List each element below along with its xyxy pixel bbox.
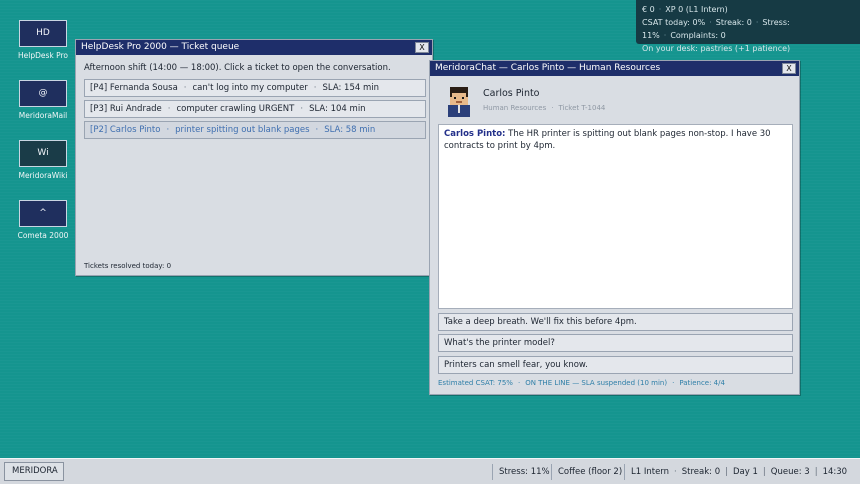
chat-close-button[interactable]: X [782, 63, 796, 74]
call-status: ON THE LINE — SLA suspended (10 min) [525, 379, 668, 387]
desktop-icon-helpdesk[interactable]: HD HelpDesk Pro [14, 20, 72, 60]
ticket-sla: SLA: 58 min [324, 125, 376, 135]
ticket-row[interactable]: [P3] Rui Andrade · computer crawling URGEN… [84, 100, 426, 118]
desktop-icon-label: MeridoraWiki [18, 171, 68, 180]
patience-meter: Patience: 4/4 [679, 379, 725, 387]
desktop-icon-label: MeridoraMail [18, 111, 68, 120]
reply-option[interactable]: Printers can smell fear, you know. [438, 356, 793, 374]
taskbar-stress: Stress: 11% [492, 464, 550, 480]
taskbar-streak: Streak: 0 [681, 467, 721, 477]
desktop-icon-mail[interactable]: @ MeridoraMail [14, 80, 72, 120]
contact-header: Carlos Pinto Human Resources · Ticket T-10… [438, 83, 794, 119]
ticket-priority: [P3] [90, 104, 108, 114]
mail-icon: @ [19, 80, 67, 107]
taskbar-queue: Queue: 3 [770, 467, 810, 477]
queue-intro: Afternoon shift (14:00 — 18:00). Click a… [84, 63, 391, 73]
taskbar-level: L1 Intern [631, 467, 670, 477]
avatar [448, 87, 470, 117]
tickets-resolved: Tickets resolved today: 0 [84, 262, 172, 270]
hud-streak: Streak: 0 [715, 18, 752, 27]
queue-titlebar[interactable]: HelpDesk Pro 2000 — Ticket queue X [76, 40, 432, 55]
taskbar-day: Day 1 [733, 467, 758, 477]
chat-status-line: Estimated CSAT: 75% · ON THE LINE — SLA su… [438, 379, 725, 387]
start-button[interactable]: MERIDORA [4, 462, 64, 481]
ticket-sla: SLA: 104 min [309, 104, 366, 114]
chat-title: MeridoraChat — Carlos Pinto — Human Reso… [435, 63, 661, 73]
hud-complaints: Complaints: 0 [670, 31, 726, 40]
stats-hud: € 0 · XP 0 (L1 Intern) CSAT today: 0% · Stre… [636, 0, 860, 53]
desktop-icon-cometa[interactable]: ^ Cometa 2000 [14, 200, 72, 240]
desktop-icon-label: HelpDesk Pro [17, 51, 69, 60]
ticket-requester: Carlos Pinto [109, 125, 161, 135]
taskbar-status: L1 Intern · Streak: 0 | Day 1 | Queue: 3 | 14:30 [624, 464, 847, 480]
hud-xp: XP 0 (L1 Intern) [665, 5, 728, 14]
ticket-queue-window: HelpDesk Pro 2000 — Ticket queue X After… [75, 39, 433, 276]
message-sender: Carlos Pinto: [444, 129, 506, 139]
taskbar-location: Coffee (floor 2) [551, 464, 622, 480]
chat-window: MeridoraChat — Carlos Pinto — Human Reso… [429, 60, 800, 395]
queue-title: HelpDesk Pro 2000 — Ticket queue [81, 42, 240, 52]
desktop-icon-wiki[interactable]: Wi MeridoraWiki [14, 140, 72, 180]
cometa-icon: ^ [19, 200, 67, 227]
chat-titlebar[interactable]: MeridoraChat — Carlos Pinto — Human Reso… [430, 61, 799, 76]
taskbar-clock: 14:30 [822, 467, 848, 477]
reply-option[interactable]: Take a deep breath. We'll fix this befor… [438, 313, 793, 331]
helpdesk-icon: HD [19, 20, 67, 47]
queue-close-button[interactable]: X [415, 42, 429, 53]
estimated-csat: Estimated CSAT: 75% [438, 379, 513, 387]
hud-money: € 0 [642, 5, 655, 14]
taskbar: MERIDORA Stress: 11% Coffee (floor 2) L1… [0, 458, 860, 484]
contact-meta: Human Resources · Ticket T-1044 [483, 104, 606, 112]
reply-option[interactable]: What's the printer model? [438, 334, 793, 352]
wiki-icon: Wi [19, 140, 67, 167]
hud-row-1: € 0 · XP 0 (L1 Intern) [642, 5, 728, 14]
ticket-requester: Rui Andrade [109, 104, 162, 114]
ticket-priority: [P2] [90, 125, 108, 135]
ticket-issue: printer spitting out blank pages [175, 125, 310, 135]
contact-department: Human Resources [483, 104, 547, 112]
hud-row-2: CSAT today: 0% · Streak: 0 · Stress: 11% · Com… [642, 18, 790, 40]
ticket-requester: Fernanda Sousa [109, 83, 178, 93]
ticket-row-active[interactable]: [P2] Carlos Pinto · printer spitting out b… [84, 121, 426, 139]
contact-name: Carlos Pinto [483, 88, 540, 99]
ticket-sla: SLA: 154 min [322, 83, 380, 93]
ticket-row[interactable]: [P4] Fernanda Sousa · can't log into my co… [84, 79, 426, 97]
desktop-icon-label: Cometa 2000 [17, 231, 69, 240]
ticket-issue: computer crawling URGENT [176, 104, 295, 114]
hud-desk: On your desk: pastries (+1 patience) [642, 44, 791, 53]
message-log: Carlos Pinto: The HR printer is spitting… [438, 124, 793, 309]
ticket-issue: can't log into my computer [192, 83, 308, 93]
ticket-priority: [P4] [90, 83, 108, 93]
ticket-id: Ticket T-1044 [558, 104, 606, 112]
hud-csat: CSAT today: 0% [642, 18, 706, 27]
